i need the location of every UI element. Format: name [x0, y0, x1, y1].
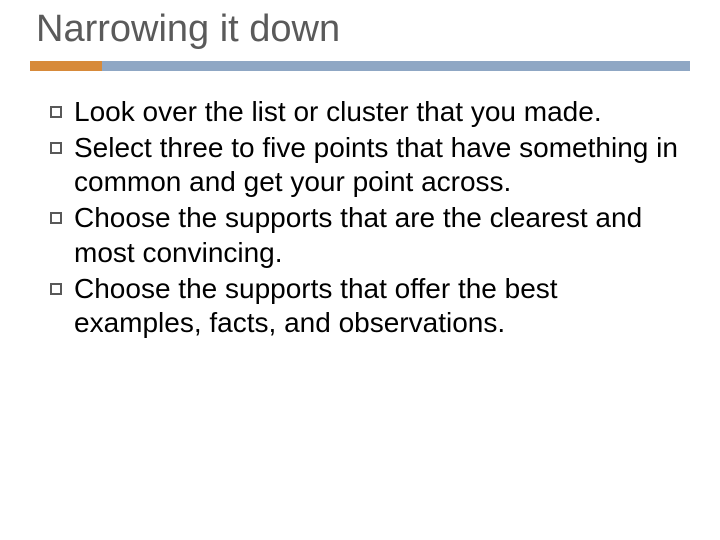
rule-bar: [102, 61, 690, 71]
list-item-text: Select three to five points that have so…: [74, 131, 680, 199]
list-item: Choose the supports that offer the best …: [50, 272, 680, 340]
page-title: Narrowing it down: [36, 8, 690, 51]
title-rule: [30, 61, 690, 71]
rule-accent: [30, 61, 102, 71]
bullet-list: Look over the list or cluster that you m…: [30, 95, 690, 340]
list-item-text: Choose the supports that are the cleares…: [74, 201, 680, 269]
list-item-text: Choose the supports that offer the best …: [74, 272, 680, 340]
square-bullet-icon: [50, 212, 62, 224]
list-item: Select three to five points that have so…: [50, 131, 680, 199]
list-item: Look over the list or cluster that you m…: [50, 95, 680, 129]
list-item: Choose the supports that are the cleares…: [50, 201, 680, 269]
list-item-text: Look over the list or cluster that you m…: [74, 95, 680, 129]
square-bullet-icon: [50, 106, 62, 118]
square-bullet-icon: [50, 142, 62, 154]
square-bullet-icon: [50, 283, 62, 295]
slide: Narrowing it down Look over the list or …: [0, 0, 720, 540]
